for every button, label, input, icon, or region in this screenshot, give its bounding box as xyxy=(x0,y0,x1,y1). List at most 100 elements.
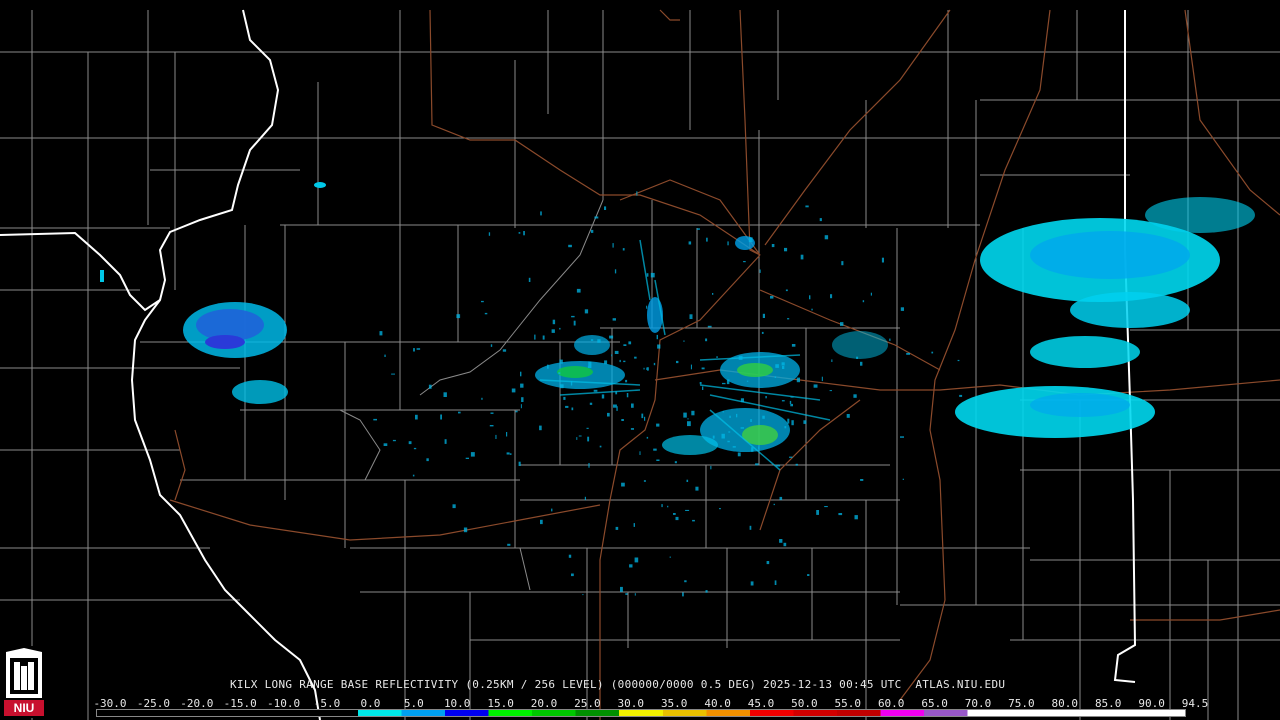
clutter-pixel xyxy=(819,218,822,222)
clutter-pixel xyxy=(547,364,549,369)
clutter-pixel xyxy=(706,237,708,242)
clutter-pixel xyxy=(705,338,708,342)
clutter-pixel xyxy=(502,349,507,352)
clutter-pixel xyxy=(686,479,689,482)
clutter-pixel xyxy=(656,423,660,427)
clutter-pixel xyxy=(528,277,531,282)
clutter-pixel xyxy=(829,390,832,392)
clutter-pixel xyxy=(611,354,613,357)
clutter-pixel xyxy=(838,513,843,516)
clutter-pixel xyxy=(588,463,590,468)
clutter-pixel xyxy=(743,261,746,263)
clutter-pixel xyxy=(784,426,787,429)
clutter-pixel xyxy=(518,232,521,234)
clutter-pixel xyxy=(391,373,395,375)
clutter-pixel xyxy=(571,407,574,411)
niu-logo: NIU xyxy=(2,646,46,718)
clutter-pixel xyxy=(408,441,412,445)
clutter-pixel xyxy=(722,382,726,385)
clutter-pixel xyxy=(619,359,621,363)
clutter-pixel xyxy=(620,586,623,592)
clutter-pixel xyxy=(413,447,417,450)
clutter-pixel xyxy=(521,397,524,402)
clutter-pixel xyxy=(707,325,712,328)
clutter-pixel xyxy=(412,474,415,477)
clutter-pixel xyxy=(712,435,715,439)
clutter-pixel xyxy=(458,411,461,414)
clutter-pixel xyxy=(646,367,649,370)
clutter-pixel xyxy=(824,506,828,508)
clutter-pixel xyxy=(484,312,488,315)
clutter-pixel xyxy=(781,400,785,402)
clutter-pixel xyxy=(641,413,644,419)
clutter-pixel xyxy=(750,581,754,586)
clutter-pixel xyxy=(900,436,904,438)
clutter-pixel xyxy=(755,463,759,466)
legend-labels: -30.0 -25.0 -20.0 -15.0 -10.0 -5.0 0.0 5.0 10.0 1… xyxy=(93,697,1208,710)
clutter-pixel xyxy=(789,400,792,404)
clutter-pixel xyxy=(599,445,602,448)
clutter-pixel xyxy=(634,356,637,359)
clutter-pixel xyxy=(781,362,785,366)
clutter-pixel xyxy=(392,439,396,442)
clutter-pixel xyxy=(551,508,553,512)
clutter-pixel xyxy=(614,269,617,274)
clutter-pixel xyxy=(559,359,563,364)
clutter-pixel xyxy=(931,351,934,354)
clutter-pixel xyxy=(775,364,779,368)
clutter-pixel xyxy=(687,418,689,420)
clutter-pixel xyxy=(732,446,736,448)
clutter-pixel xyxy=(643,367,645,370)
echo-scatter xyxy=(373,191,963,597)
clutter-pixel xyxy=(589,402,593,405)
clutter-pixel xyxy=(520,404,522,409)
clutter-pixel xyxy=(542,335,545,340)
clutter-pixel xyxy=(796,377,800,383)
clutter-pixel xyxy=(787,418,790,424)
clutter-pixel xyxy=(552,319,556,325)
clutter-pixel xyxy=(653,362,656,366)
clutter-pixel xyxy=(779,496,783,501)
clutter-pixel xyxy=(426,458,429,462)
clutter-pixel xyxy=(657,344,661,349)
clutter-pixel xyxy=(776,464,781,467)
clutter-pixel xyxy=(607,412,610,417)
clutter-pixel xyxy=(766,561,770,565)
clutter-pixel xyxy=(456,314,461,319)
clutter-pixel xyxy=(771,244,775,248)
clutter-pixel xyxy=(586,427,589,429)
clutter-pixel xyxy=(692,519,695,522)
echo-center xyxy=(535,236,888,471)
clutter-pixel xyxy=(573,320,576,326)
clutter-pixel xyxy=(701,367,705,370)
clutter-pixel xyxy=(614,350,619,354)
clutter-pixel xyxy=(689,314,693,319)
clutter-pixel xyxy=(749,525,752,530)
clutter-pixel xyxy=(748,237,753,243)
clutter-pixel xyxy=(740,398,744,403)
clutter-pixel xyxy=(588,361,592,367)
clutter-pixel xyxy=(616,406,618,411)
clutter-pixel xyxy=(644,416,646,421)
clutter-pixel xyxy=(623,360,626,363)
clutter-pixel xyxy=(584,496,586,501)
clutter-pixel xyxy=(774,376,776,378)
clutter-pixel xyxy=(621,419,624,421)
clutter-pixel xyxy=(551,329,555,333)
clutter-pixel xyxy=(639,451,641,455)
clutter-pixel xyxy=(495,434,497,439)
clutter-pixel xyxy=(488,232,491,236)
clutter-pixel xyxy=(490,412,494,414)
clutter-pixel xyxy=(646,436,649,439)
clutter-pixel xyxy=(841,261,844,266)
clutter-pixel xyxy=(860,479,864,481)
clutter-pixel xyxy=(751,447,754,452)
clutter-pixel xyxy=(444,439,447,444)
clutter-pixel xyxy=(613,404,617,408)
clutter-pixel xyxy=(604,360,608,365)
clutter-pixel xyxy=(712,293,714,295)
clutter-pixel xyxy=(643,480,646,482)
clutter-pixel xyxy=(565,405,569,408)
clutter-pixel xyxy=(685,509,690,511)
clutter-pixel xyxy=(415,414,418,420)
